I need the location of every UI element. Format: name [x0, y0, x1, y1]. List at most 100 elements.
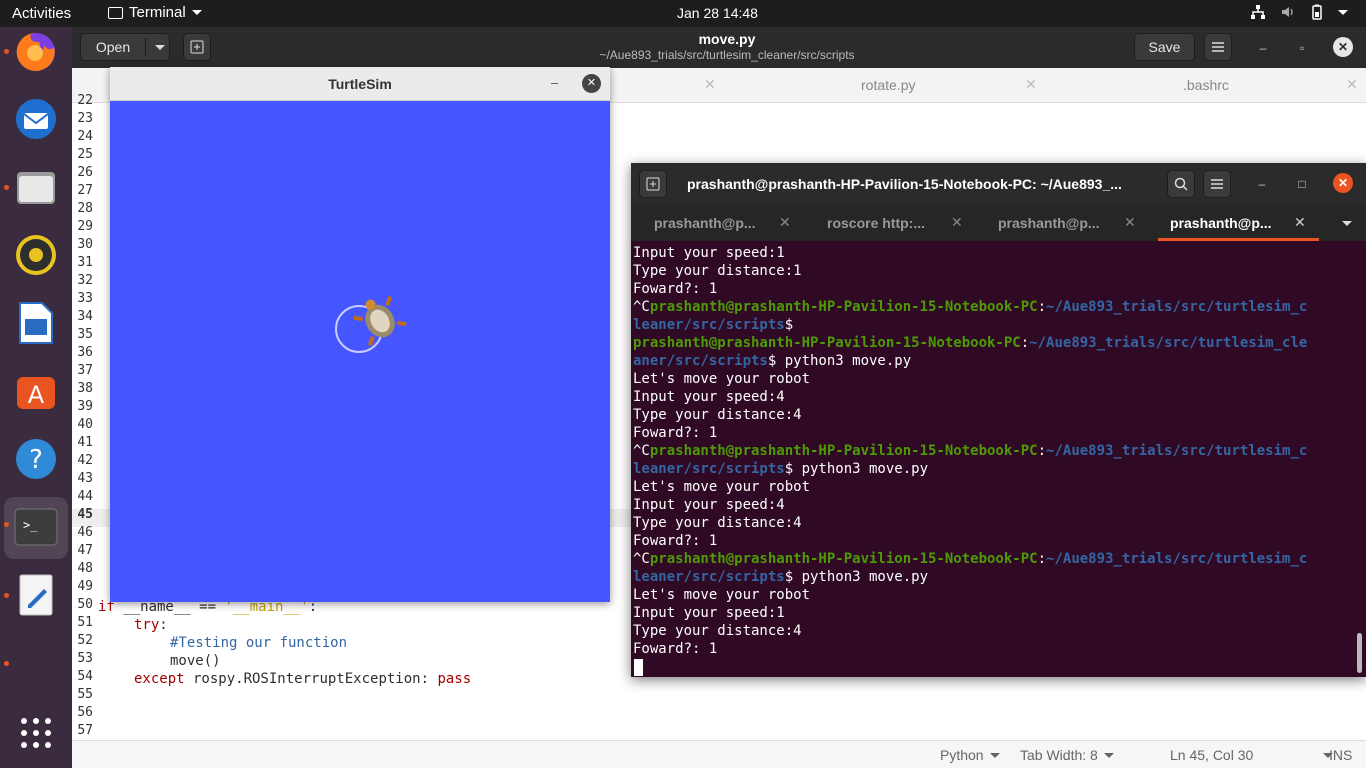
tab-list-chevron-icon[interactable] [1342, 221, 1352, 226]
activities-button[interactable]: Activities [12, 5, 71, 22]
save-button[interactable]: Save [1134, 33, 1195, 61]
minimize-icon[interactable]: – [551, 75, 558, 90]
prompt-path: leaner/src/scripts [633, 569, 785, 585]
output-line: Foward?: 1 [633, 281, 718, 297]
tab-rotate-py[interactable]: rotate.py [861, 77, 915, 93]
language-label: Python [940, 747, 984, 763]
open-button[interactable]: Open [80, 33, 170, 61]
tab-bashrc[interactable]: .bashrc [1183, 77, 1229, 93]
prompt-path: aner/src/scripts [633, 353, 768, 369]
line-number: 33 [77, 291, 93, 306]
close-icon[interactable]: ✕ [582, 74, 601, 93]
terminal-icon[interactable]: >_ [12, 503, 60, 551]
libreoffice-writer-icon[interactable] [12, 299, 60, 347]
keyword: pass [437, 671, 472, 687]
close-icon[interactable]: ✕ [1333, 173, 1353, 193]
tab-close-icon[interactable]: ✕ [951, 214, 963, 231]
output-line: Foward?: 1 [633, 425, 718, 441]
cursor-position-selector[interactable]: Ln 45, Col 30 [1170, 747, 1334, 763]
keyword: try [134, 617, 160, 633]
line-number: 32 [77, 273, 93, 288]
search-button[interactable] [1167, 170, 1195, 198]
hamburger-menu-button[interactable] [1203, 170, 1231, 198]
line-number: 55 [77, 687, 93, 702]
rhythmbox-icon[interactable] [12, 231, 60, 279]
top-bar: Activities Terminal Jan 28 14:48 [0, 0, 1366, 27]
firefox-icon[interactable] [12, 27, 60, 75]
line-number: 45 [77, 507, 93, 522]
dock: A ? >_ [0, 27, 72, 768]
line-number: 56 [77, 705, 93, 720]
new-tab-button[interactable] [639, 170, 667, 198]
tab-close-icon[interactable]: ✕ [1294, 214, 1306, 231]
search-icon [1174, 177, 1188, 191]
output-line: Let's move your robot [633, 587, 811, 603]
show-apps-icon[interactable] [12, 709, 60, 757]
prompt-user-host: prashanth@prashanth-HP-Pavilion-15-Noteb… [649, 551, 1038, 567]
system-menu-chevron-icon [1338, 9, 1348, 15]
tab-close-icon[interactable]: ✕ [779, 214, 791, 231]
help-icon[interactable]: ? [12, 435, 60, 483]
terminal-tab-bar: prashanth@p... ✕ roscore http:... ✕ pras… [631, 204, 1366, 241]
maximize-icon[interactable]: ▫ [1293, 39, 1311, 57]
code-text: : [159, 617, 168, 633]
clock[interactable]: Jan 28 14:48 [677, 5, 758, 21]
tab-close-icon[interactable]: ✕ [1124, 214, 1136, 231]
terminal-tab-4[interactable]: prashanth@p... [1170, 215, 1272, 231]
turtlesim-titlebar: TurtleSim – ✕ [110, 67, 610, 101]
system-tray[interactable] [1250, 4, 1348, 20]
chevron-down-icon [191, 10, 202, 15]
maximize-icon[interactable]: □ [1293, 175, 1311, 193]
prompt-user-host: prashanth@prashanth-HP-Pavilion-15-Noteb… [633, 335, 1021, 351]
open-menu-chevron-icon[interactable] [155, 45, 165, 50]
minimize-icon[interactable]: – [1254, 39, 1272, 57]
software-center-icon[interactable]: A [12, 367, 60, 415]
prompt-line: ^Cprashanth@prashanth-HP-Pavilion-15-Not… [633, 442, 1307, 460]
tab-close-icon[interactable]: ✕ [1346, 76, 1358, 93]
turtlesim-window: TurtleSim – ✕ [110, 67, 610, 602]
minimize-icon[interactable]: – [1253, 175, 1271, 193]
interrupt-text: ^C [633, 551, 650, 567]
thunderbird-icon[interactable] [12, 95, 60, 143]
divider [145, 38, 146, 56]
tab-close-icon[interactable]: ✕ [1025, 76, 1037, 93]
line-number: 44 [77, 489, 93, 504]
tab-close-icon[interactable]: ✕ [704, 76, 716, 93]
language-selector[interactable]: Python [940, 747, 1000, 763]
menu-icon [1211, 179, 1223, 189]
line-number: 39 [77, 399, 93, 414]
line-number: 57 [77, 723, 93, 738]
prompt-user-host: prashanth@prashanth-HP-Pavilion-15-Noteb… [649, 443, 1038, 459]
code-text: rospy.ROSInterruptException: [184, 671, 438, 687]
line-number: 46 [77, 525, 93, 540]
terminal-tab-1[interactable]: prashanth@p... [654, 215, 756, 231]
tab-width-selector[interactable]: Tab Width: 8 [1020, 747, 1114, 763]
line-number: 29 [77, 219, 93, 234]
running-indicator [4, 593, 9, 598]
terminal-title: prashanth@prashanth-HP-Pavilion-15-Noteb… [687, 176, 1122, 192]
text-editor-icon[interactable] [12, 571, 60, 619]
keyword: except [134, 671, 185, 687]
new-tab-icon [646, 177, 660, 191]
svg-text:>_: >_ [23, 518, 38, 532]
terminal-scrollbar[interactable] [1357, 633, 1362, 673]
svg-text:?: ? [29, 445, 43, 475]
line-number: 26 [77, 165, 93, 180]
turtlesim-canvas [335, 295, 407, 353]
close-icon[interactable]: ✕ [1333, 37, 1353, 57]
terminal-tab-3[interactable]: prashanth@p... [998, 215, 1100, 231]
prompt-path: ~/Aue893_trials/src/turtlesim_c [1046, 299, 1308, 315]
new-tab-button[interactable] [183, 33, 211, 61]
svg-text:A: A [28, 381, 45, 409]
terminal-tab-2[interactable]: roscore http:... [827, 215, 925, 231]
volume-icon [1282, 7, 1293, 17]
app-menu[interactable]: Terminal [108, 4, 202, 21]
terminal-output[interactable]: Input your speed:1 Type your distance:1 … [633, 243, 1363, 676]
hamburger-menu-button[interactable] [1204, 33, 1232, 61]
command-text: $ python3 move.py [767, 353, 912, 369]
prompt-line: prashanth@prashanth-HP-Pavilion-15-Noteb… [633, 334, 1307, 352]
prompt-line: leaner/src/scripts$ python3 move.py [633, 460, 928, 478]
files-icon[interactable] [12, 163, 60, 211]
running-indicator [4, 185, 9, 190]
gedit-title: move.py ~/Aue893_trials/src/turtlesim_cl… [492, 31, 962, 62]
